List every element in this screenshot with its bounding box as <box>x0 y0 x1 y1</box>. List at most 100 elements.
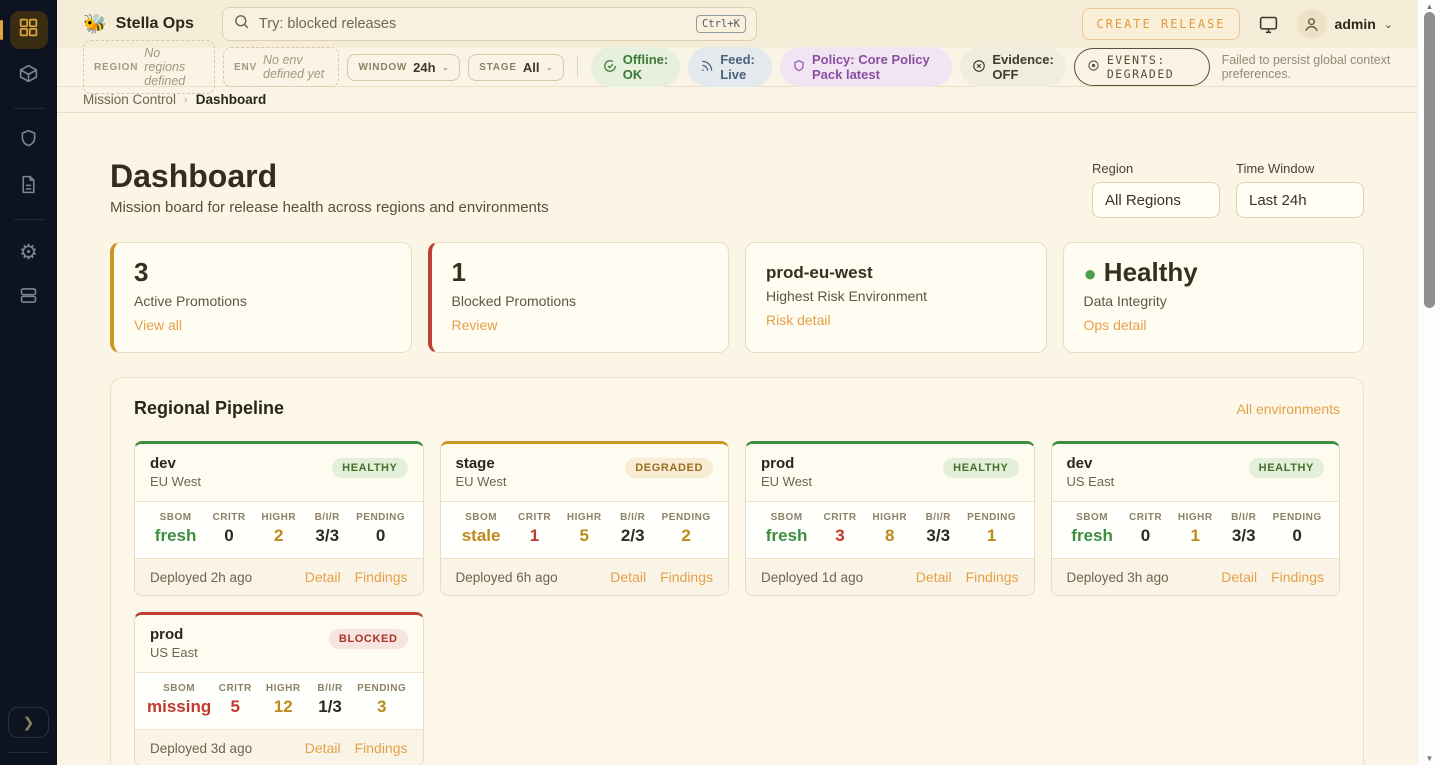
detail-link[interactable]: Detail <box>916 569 952 585</box>
sidebar-item-releases[interactable] <box>10 57 48 95</box>
metric-critr: CRITR5 <box>211 683 259 717</box>
offline-status-text: Offline: OK <box>623 52 669 82</box>
findings-link[interactable]: Findings <box>1271 569 1324 585</box>
breadcrumb-separator-icon: › <box>184 94 188 106</box>
stat-value: prod-eu-west <box>766 258 1026 283</box>
region-select-group: Region All Regions <box>1092 161 1220 218</box>
scrollbar-up-arrow[interactable]: ▲ <box>1418 2 1440 11</box>
pipeline-card-stage-eu-west: stage EU West DEGRADED SBOMstale CRITR1 … <box>440 441 730 596</box>
detail-link[interactable]: Detail <box>1221 569 1257 585</box>
deployed-time: Deployed 3d ago <box>150 741 252 756</box>
pipeline-card-metrics: SBOMfresh CRITR0 HIGHR2 B/I/R3/3 PENDING… <box>135 502 423 559</box>
findings-link[interactable]: Findings <box>355 740 408 756</box>
metric-critr: CRITR3 <box>815 512 865 546</box>
env-name: dev <box>150 455 201 472</box>
shield-icon <box>18 128 39 154</box>
evidence-status-pill: Evidence: OFF <box>960 47 1065 87</box>
window-filter-dropdown[interactable]: WINDOW 24h ⌄ <box>347 54 460 81</box>
env-filter-label: ENV <box>234 62 257 73</box>
pipeline-card-footer: Deployed 6h ago Detail Findings <box>441 559 729 595</box>
metric-sbom: SBOMfresh <box>1064 512 1121 546</box>
sidebar-divider <box>14 219 44 220</box>
sidebar-item-settings[interactable]: ⚙ <box>10 233 48 271</box>
env-filter-value: No env defined yet <box>263 53 328 81</box>
findings-link[interactable]: Findings <box>660 569 713 585</box>
env-region: US East <box>1067 474 1115 489</box>
sidebar-item-documents[interactable] <box>10 168 48 206</box>
metric-bir: B/I/R3/3 <box>304 512 351 546</box>
feed-status-pill: Feed: Live <box>688 47 772 87</box>
risk-detail-link[interactable]: Risk detail <box>766 312 831 328</box>
env-region: US East <box>150 645 198 660</box>
metric-critr: CRITR0 <box>204 512 254 546</box>
stat-value: 3 <box>134 258 391 288</box>
sidebar-collapse-button[interactable]: ❯ <box>8 707 49 738</box>
search-box[interactable]: Ctrl+K <box>222 7 757 41</box>
stat-card-blocked-promotions: 1 Blocked Promotions Review <box>428 242 730 353</box>
metric-pending: PENDING0 <box>1267 512 1327 546</box>
time-window-select[interactable]: Last 24h <box>1236 182 1364 218</box>
region-select-label: Region <box>1092 161 1220 176</box>
avatar <box>1297 9 1327 39</box>
metric-sbom: SBOMmissing <box>147 683 211 717</box>
deployed-time: Deployed 2h ago <box>150 570 252 585</box>
stage-filter-label: STAGE <box>479 62 517 73</box>
stage-filter-dropdown[interactable]: STAGE All ⌄ <box>468 54 564 81</box>
pipeline-card-dev-eu-west: dev EU West HEALTHY SBOMfresh CRITR0 HIG… <box>134 441 424 596</box>
stat-value: 1 <box>452 258 709 288</box>
region-filter-chip: REGION No regions defined <box>83 40 215 94</box>
sidebar-item-infrastructure[interactable] <box>10 279 48 317</box>
main-area: 🐝 Stella Ops Ctrl+K CREATE RELEASE admin… <box>57 0 1417 765</box>
stat-label: Highest Risk Environment <box>766 288 1026 304</box>
review-link[interactable]: Review <box>452 317 498 333</box>
app-window: ⚙ ❯ 🐝 Stella Ops Ctrl+K CREATE RELEASE <box>0 0 1440 765</box>
window-filter-label: WINDOW <box>358 62 407 73</box>
detail-link[interactable]: Detail <box>305 740 341 756</box>
stat-card-highest-risk: prod-eu-west Highest Risk Environment Ri… <box>745 242 1047 353</box>
status-badge: HEALTHY <box>1249 458 1324 478</box>
pipeline-card-footer: Deployed 2h ago Detail Findings <box>135 559 423 595</box>
pipeline-card-header: dev EU West HEALTHY <box>135 444 423 502</box>
brand-name: Stella Ops <box>116 15 194 33</box>
ops-detail-link[interactable]: Ops detail <box>1084 317 1147 333</box>
user-menu[interactable]: admin ⌄ <box>1297 9 1393 39</box>
package-icon <box>18 63 39 89</box>
metric-sbom: SBOMfresh <box>147 512 204 546</box>
breadcrumb: Mission Control › Dashboard <box>57 87 1417 113</box>
deployed-time: Deployed 6h ago <box>456 570 558 585</box>
pipeline-card-metrics: SBOMstale CRITR1 HIGHR5 B/I/R2/3 PENDING… <box>441 502 729 559</box>
findings-link[interactable]: Findings <box>355 569 408 585</box>
metric-pending: PENDING3 <box>353 683 411 717</box>
healthy-dot-icon: ● <box>1084 261 1097 286</box>
findings-link[interactable]: Findings <box>966 569 1019 585</box>
env-name: stage <box>456 455 507 472</box>
events-status-text: EVENTS: DEGRADED <box>1107 53 1197 81</box>
search-input[interactable] <box>259 16 687 32</box>
region-select[interactable]: All Regions <box>1092 182 1220 218</box>
env-filter-chip: ENV No env defined yet <box>223 47 339 87</box>
breadcrumb-parent[interactable]: Mission Control <box>83 92 176 107</box>
create-release-button[interactable]: CREATE RELEASE <box>1082 8 1239 40</box>
scrollbar-thumb[interactable] <box>1424 12 1435 308</box>
monitor-icon[interactable] <box>1258 14 1279 35</box>
scrollbar-down-arrow[interactable]: ▼ <box>1418 754 1440 763</box>
target-icon <box>1087 59 1100 75</box>
gear-icon: ⚙ <box>19 242 38 263</box>
divider <box>577 56 578 78</box>
user-name: admin <box>1335 16 1376 32</box>
view-all-link[interactable]: View all <box>134 317 182 333</box>
stat-value: ●Healthy <box>1084 258 1344 288</box>
policy-status-pill: Policy: Core Policy Pack latest <box>780 47 952 87</box>
detail-link[interactable]: Detail <box>610 569 646 585</box>
detail-link[interactable]: Detail <box>305 569 341 585</box>
sidebar: ⚙ ❯ <box>0 0 57 765</box>
sidebar-item-dashboard[interactable] <box>10 11 48 49</box>
metric-highr: HIGHR5 <box>559 512 609 546</box>
status-badge: BLOCKED <box>329 629 408 649</box>
offline-status-pill: Offline: OK <box>591 47 681 87</box>
sidebar-item-security[interactable] <box>10 122 48 160</box>
stage-filter-value: All <box>523 60 540 75</box>
all-environments-link[interactable]: All environments <box>1237 401 1341 417</box>
circle-x-icon <box>972 59 986 76</box>
time-window-select-group: Time Window Last 24h <box>1236 161 1364 218</box>
